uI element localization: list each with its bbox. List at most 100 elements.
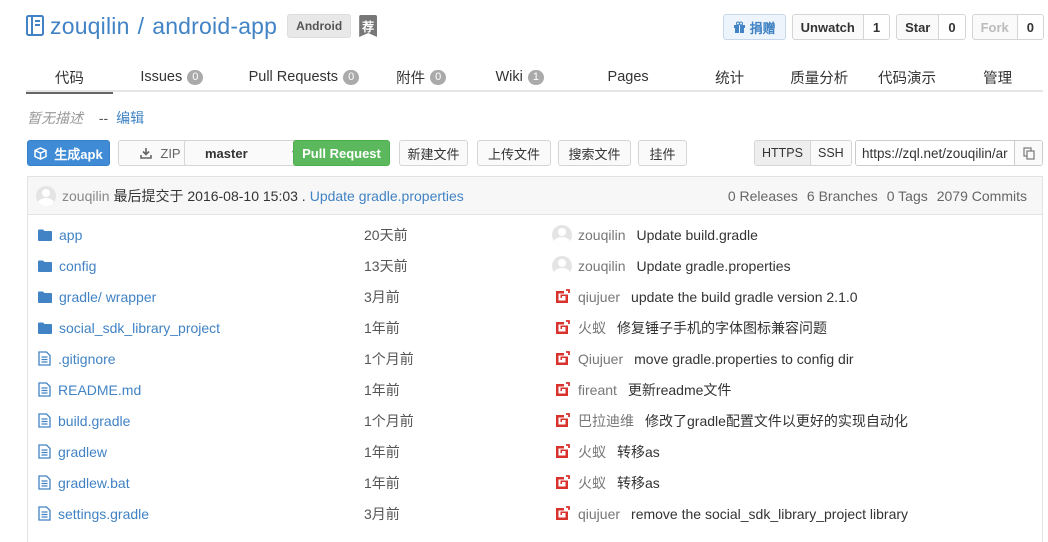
tab-pull-requests[interactable]: Pull Requests 0 — [231, 62, 377, 92]
commit-message[interactable]: 转移as — [617, 442, 660, 462]
repo-header: zouqilin / android-app Android 荐 — [26, 10, 378, 42]
oschina-logo-icon[interactable] — [552, 504, 572, 524]
commit-message[interactable]: Update gradle.properties — [636, 258, 790, 274]
copy-button[interactable] — [1014, 141, 1042, 165]
commit-message[interactable]: remove the social_sdk_library_project li… — [631, 506, 908, 522]
file-name-link[interactable]: social_sdk_library_project — [38, 312, 220, 343]
tags-link[interactable]: 0 Tags — [887, 188, 928, 204]
tab-statistics[interactable]: 统计 — [682, 62, 777, 92]
watch-button[interactable]: Unwatch 1 — [791, 14, 891, 40]
releases-link[interactable]: 0 Releases — [728, 188, 798, 204]
commit-author[interactable]: qiujuer — [578, 289, 620, 305]
commit-author[interactable]: 火蚁 — [578, 318, 606, 338]
commit-message[interactable]: move gradle.properties to config dir — [634, 351, 853, 367]
file-age: 1年前 — [364, 381, 400, 398]
commits-link[interactable]: 2079 Commits — [937, 188, 1027, 204]
commit-author[interactable]: zouqilin — [62, 188, 109, 204]
folder-icon — [38, 291, 52, 303]
star-button[interactable]: Star 0 — [896, 14, 966, 40]
file-name[interactable]: gradlew — [58, 444, 107, 460]
star-count[interactable]: 0 — [938, 15, 965, 39]
oschina-logo-icon[interactable] — [552, 411, 572, 431]
commit-author[interactable]: zouqilin — [578, 258, 625, 274]
branches-link[interactable]: 6 Branches — [807, 188, 878, 204]
new-file-button[interactable]: 新建文件 — [399, 140, 468, 166]
tab-pages[interactable]: Pages — [574, 62, 682, 92]
file-name[interactable]: config — [59, 258, 96, 274]
branch-select[interactable]: master ▼ — [184, 140, 310, 166]
commit-author[interactable]: qiujuer — [578, 506, 620, 522]
file-name-link[interactable]: gradle/ wrapper — [38, 281, 156, 312]
avatar[interactable] — [552, 224, 572, 245]
table-row: .gitignore 1个月前 Qiujuer move gradle.propert… — [28, 343, 1042, 374]
tab-manage[interactable]: 管理 — [952, 62, 1043, 92]
file-name-link[interactable]: .gitignore — [38, 343, 116, 374]
file-list: app 20天前 zouqilin Update build.gradle config… — [28, 215, 1042, 529]
watch-label[interactable]: Unwatch — [793, 15, 863, 39]
oschina-logo-icon[interactable] — [552, 349, 572, 369]
commit-message[interactable]: update the build gradle version 2.1.0 — [631, 289, 858, 305]
donate-button[interactable]: 捐赠 — [722, 14, 786, 40]
file-name[interactable]: .gitignore — [58, 351, 116, 367]
tab-quality-analysis[interactable]: 质量分析 — [777, 62, 862, 92]
edit-description-link[interactable]: 编辑 — [116, 110, 144, 126]
commit-author[interactable]: zouqilin — [578, 227, 625, 243]
oschina-logo-icon[interactable] — [552, 318, 572, 338]
build-apk-button[interactable]: 生成apk — [27, 140, 110, 166]
commit-author[interactable]: 火蚁 — [578, 442, 606, 462]
commit-message-link[interactable]: Update gradle.properties — [310, 188, 464, 204]
commit-message[interactable]: 修复锤子手机的字体图标兼容问题 — [617, 318, 827, 338]
clone-url-input[interactable] — [856, 141, 1014, 165]
commit-message[interactable]: 转移as — [617, 473, 660, 493]
tab-attachments[interactable]: 附件 0 — [377, 62, 466, 92]
language-badge[interactable]: Android — [287, 14, 352, 38]
file-name[interactable]: README.md — [58, 382, 141, 398]
fork-label[interactable]: Fork — [973, 15, 1017, 39]
repo-owner-link[interactable]: zouqilin — [50, 13, 130, 39]
tab-code[interactable]: 代码 — [26, 62, 113, 94]
tab-code-demo[interactable]: 代码演示 — [862, 62, 953, 92]
file-name-link[interactable]: build.gradle — [38, 405, 130, 436]
watch-count[interactable]: 1 — [862, 15, 890, 39]
file-name[interactable]: settings.gradle — [58, 506, 149, 522]
commit-author[interactable]: fireant — [578, 382, 617, 398]
commit-author[interactable]: 巴拉迪维 — [578, 411, 634, 431]
repo-name-link[interactable]: android-app — [152, 13, 277, 39]
commit-message[interactable]: 修改了gradle配置文件以更好的实现自动化 — [645, 411, 908, 431]
oschina-logo-icon[interactable] — [552, 380, 572, 400]
file-name-link[interactable]: gradlew.bat — [38, 467, 130, 498]
avatar[interactable] — [36, 185, 56, 206]
commit-message[interactable]: Update build.gradle — [636, 227, 757, 243]
https-toggle[interactable]: HTTPS — [755, 141, 810, 165]
file-last-commit: zouqilin Update build.gradle — [552, 219, 758, 250]
file-age: 1个月前 — [364, 350, 414, 367]
ssh-toggle[interactable]: SSH — [809, 141, 851, 165]
file-name-link[interactable]: config — [38, 250, 96, 281]
file-name[interactable]: gradlew.bat — [58, 475, 130, 491]
fork-count[interactable]: 0 — [1016, 15, 1043, 39]
fork-button[interactable]: Fork 0 — [971, 14, 1044, 40]
file-name[interactable]: gradle/ wrapper — [59, 289, 156, 305]
file-name-link[interactable]: settings.gradle — [38, 498, 149, 529]
widget-button[interactable]: 挂件 — [638, 140, 687, 166]
file-name[interactable]: app — [59, 227, 82, 243]
file-name[interactable]: social_sdk_library_project — [59, 320, 220, 336]
file-name[interactable]: build.gradle — [58, 413, 130, 429]
commit-message[interactable]: 更新readme文件 — [628, 380, 731, 400]
commit-author[interactable]: Qiujuer — [578, 351, 623, 367]
oschina-logo-icon[interactable] — [552, 287, 572, 307]
pull-request-button[interactable]: Pull Request — [293, 140, 390, 166]
file-name-link[interactable]: gradlew — [38, 436, 107, 467]
oschina-logo-icon[interactable] — [552, 442, 572, 462]
upload-file-button[interactable]: 上传文件 — [477, 140, 551, 166]
donate-label: 捐赠 — [749, 20, 776, 36]
commit-author[interactable]: 火蚁 — [578, 473, 606, 493]
search-file-button[interactable]: 搜索文件 — [558, 140, 631, 166]
star-label[interactable]: Star — [897, 15, 938, 39]
tab-issues[interactable]: Issues 0 — [113, 62, 231, 92]
file-name-link[interactable]: README.md — [38, 374, 141, 405]
avatar[interactable] — [552, 255, 572, 276]
file-name-link[interactable]: app — [38, 219, 82, 250]
oschina-logo-icon[interactable] — [552, 473, 572, 493]
tab-wiki[interactable]: Wiki 1 — [466, 62, 574, 92]
